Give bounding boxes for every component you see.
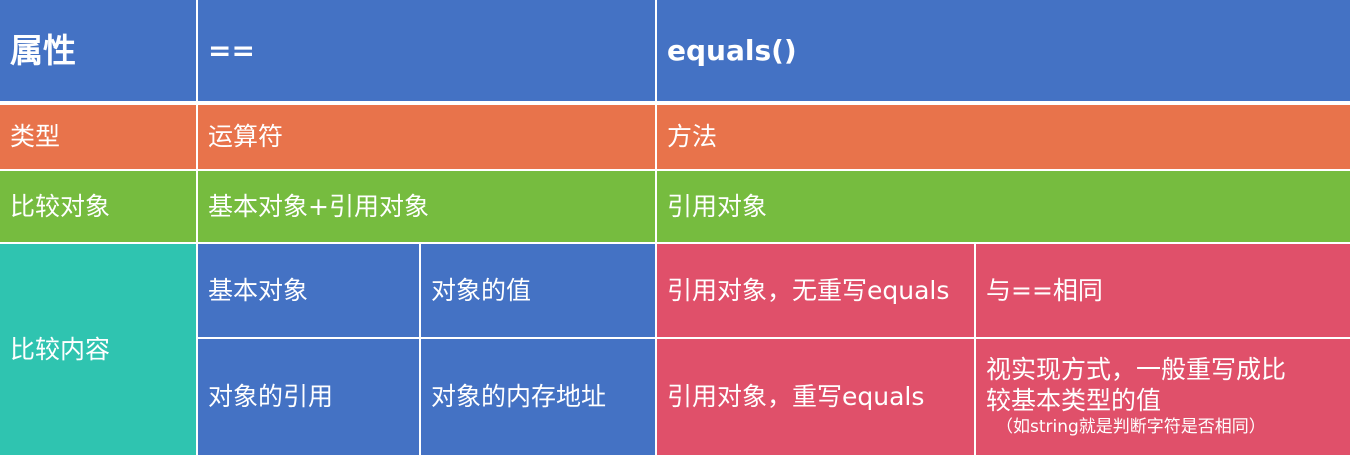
content-primitive-value: 对象的值 [421,244,655,337]
header-attribute: 属性 [0,0,196,101]
content-primitive-kind: 基本对象 [198,244,419,337]
override-result-line1: 视实现方式，一般重写成比 [986,354,1287,384]
comparison-table: 属性 == equals() 类型 运算符 方法 比较对象 基本对象+引用对象 … [0,0,1350,455]
row-type-op: 运算符 [198,105,655,169]
header-double-equals: == [198,0,655,101]
content-no-override-case: 引用对象，无重写equals [657,244,974,337]
row-object-op: 基本对象+引用对象 [198,171,655,242]
content-reference-value: 对象的内存地址 [421,339,655,455]
row-type-label: 类型 [0,105,196,169]
row-object-equals: 引用对象 [657,171,1350,242]
content-override-result: 视实现方式，一般重写成比 较基本类型的值 （如string就是判断字符是否相同） [976,339,1350,455]
override-result-note: （如string就是判断字符是否相同） [996,417,1266,438]
content-reference-kind: 对象的引用 [198,339,419,455]
row-type-equals: 方法 [657,105,1350,169]
row-content-label: 比较内容 [0,244,196,455]
override-result-line2: 较基本类型的值 [986,386,1162,416]
content-no-override-result: 与==相同 [976,244,1350,337]
row-object-label: 比较对象 [0,171,196,242]
content-override-case: 引用对象，重写equals [657,339,974,455]
header-equals-method: equals() [657,0,1350,101]
